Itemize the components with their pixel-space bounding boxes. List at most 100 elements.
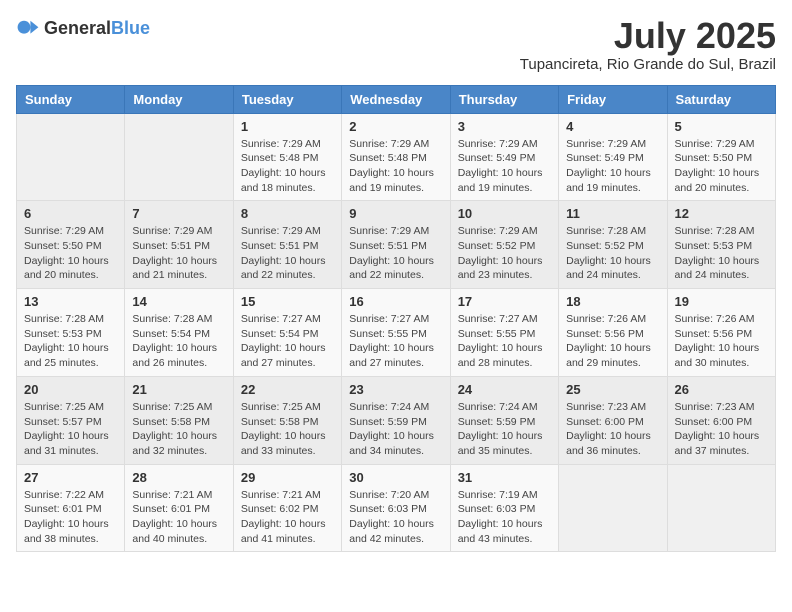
calendar-header-row: SundayMondayTuesdayWednesdayThursdayFrid… (17, 85, 776, 113)
page-header: GeneralBlue July 2025 Tupancireta, Rio G… (16, 16, 776, 73)
day-detail: Sunrise: 7:27 AMSunset: 5:55 PMDaylight:… (349, 312, 442, 371)
calendar-cell: 13Sunrise: 7:28 AMSunset: 5:53 PMDayligh… (17, 289, 125, 377)
day-number: 7 (132, 206, 225, 221)
day-number: 1 (241, 119, 334, 134)
day-detail: Sunrise: 7:28 AMSunset: 5:54 PMDaylight:… (132, 312, 225, 371)
day-detail: Sunrise: 7:27 AMSunset: 5:54 PMDaylight:… (241, 312, 334, 371)
day-number: 14 (132, 294, 225, 309)
day-number: 17 (458, 294, 551, 309)
day-number: 30 (349, 470, 442, 485)
month-title: July 2025 (520, 16, 776, 56)
header-cell: Thursday (450, 85, 558, 113)
day-detail: Sunrise: 7:23 AMSunset: 6:00 PMDaylight:… (566, 400, 659, 459)
day-detail: Sunrise: 7:19 AMSunset: 6:03 PMDaylight:… (458, 488, 551, 547)
calendar-cell: 10Sunrise: 7:29 AMSunset: 5:52 PMDayligh… (450, 201, 558, 289)
calendar-cell: 5 Sunrise: 7:29 AMSunset: 5:50 PMDaylight… (667, 113, 775, 201)
day-detail: Sunrise: 7:29 AMSunset: 5:50 PMDaylight:… (675, 137, 768, 196)
day-number: 18 (566, 294, 659, 309)
day-detail: Sunrise: 7:29 AMSunset: 5:51 PMDaylight:… (349, 224, 442, 283)
calendar-cell: 27 Sunrise: 7:22 AMSunset: 6:01 PMDayligh… (17, 464, 125, 552)
day-number: 28 (132, 470, 225, 485)
title-area: July 2025 Tupancireta, Rio Grande do Sul… (520, 16, 776, 73)
calendar-cell: 21Sunrise: 7:25 AMSunset: 5:58 PMDayligh… (125, 376, 233, 464)
calendar-cell (559, 464, 667, 552)
logo-icon (16, 16, 40, 40)
calendar-cell: 2 Sunrise: 7:29 AMSunset: 5:48 PMDaylight… (342, 113, 450, 201)
day-number: 27 (24, 470, 117, 485)
day-detail: Sunrise: 7:29 AMSunset: 5:48 PMDaylight:… (349, 137, 442, 196)
header-cell: Saturday (667, 85, 775, 113)
calendar-cell: 11Sunrise: 7:28 AMSunset: 5:52 PMDayligh… (559, 201, 667, 289)
calendar-cell: 16 Sunrise: 7:27 AMSunset: 5:55 PMDayligh… (342, 289, 450, 377)
day-number: 26 (675, 382, 768, 397)
calendar-cell: 3 Sunrise: 7:29 AMSunset: 5:49 PMDaylight… (450, 113, 558, 201)
day-number: 23 (349, 382, 442, 397)
calendar-cell: 24 Sunrise: 7:24 AMSunset: 5:59 PMDayligh… (450, 376, 558, 464)
calendar-cell: 31 Sunrise: 7:19 AMSunset: 6:03 PMDayligh… (450, 464, 558, 552)
header-cell: Friday (559, 85, 667, 113)
day-detail: Sunrise: 7:29 AMSunset: 5:49 PMDaylight:… (458, 137, 551, 196)
day-detail: Sunrise: 7:29 AMSunset: 5:50 PMDaylight:… (24, 224, 117, 283)
day-detail: Sunrise: 7:27 AMSunset: 5:55 PMDaylight:… (458, 312, 551, 371)
header-cell: Wednesday (342, 85, 450, 113)
calendar-cell: 4 Sunrise: 7:29 AMSunset: 5:49 PMDaylight… (559, 113, 667, 201)
calendar-cell: 28Sunrise: 7:21 AMSunset: 6:01 PMDayligh… (125, 464, 233, 552)
location-title: Tupancireta, Rio Grande do Sul, Brazil (520, 56, 776, 73)
calendar-cell: 25 Sunrise: 7:23 AMSunset: 6:00 PMDayligh… (559, 376, 667, 464)
day-detail: Sunrise: 7:29 AMSunset: 5:49 PMDaylight:… (566, 137, 659, 196)
day-number: 22 (241, 382, 334, 397)
calendar-cell: 12 Sunrise: 7:28 AMSunset: 5:53 PMDayligh… (667, 201, 775, 289)
calendar-cell: 29Sunrise: 7:21 AMSunset: 6:02 PMDayligh… (233, 464, 341, 552)
day-detail: Sunrise: 7:23 AMSunset: 6:00 PMDaylight:… (675, 400, 768, 459)
day-detail: Sunrise: 7:24 AMSunset: 5:59 PMDaylight:… (349, 400, 442, 459)
day-number: 10 (458, 206, 551, 221)
day-number: 6 (24, 206, 117, 221)
day-detail: Sunrise: 7:25 AMSunset: 5:58 PMDaylight:… (241, 400, 334, 459)
day-number: 11 (566, 206, 659, 221)
calendar-cell: 19 Sunrise: 7:26 AMSunset: 5:56 PMDayligh… (667, 289, 775, 377)
day-number: 4 (566, 119, 659, 134)
calendar-cell: 1 Sunrise: 7:29 AMSunset: 5:48 PMDaylight… (233, 113, 341, 201)
calendar-cell: 23 Sunrise: 7:24 AMSunset: 5:59 PMDayligh… (342, 376, 450, 464)
calendar-cell: 7 Sunrise: 7:29 AMSunset: 5:51 PMDaylight… (125, 201, 233, 289)
day-detail: Sunrise: 7:20 AMSunset: 6:03 PMDaylight:… (349, 488, 442, 547)
day-detail: Sunrise: 7:22 AMSunset: 6:01 PMDaylight:… (24, 488, 117, 547)
day-number: 16 (349, 294, 442, 309)
calendar-cell: 30 Sunrise: 7:20 AMSunset: 6:03 PMDayligh… (342, 464, 450, 552)
day-number: 13 (24, 294, 117, 309)
day-number: 5 (675, 119, 768, 134)
day-detail: Sunrise: 7:24 AMSunset: 5:59 PMDaylight:… (458, 400, 551, 459)
day-detail: Sunrise: 7:28 AMSunset: 5:53 PMDaylight:… (675, 224, 768, 283)
calendar-cell: 22 Sunrise: 7:25 AMSunset: 5:58 PMDayligh… (233, 376, 341, 464)
day-detail: Sunrise: 7:26 AMSunset: 5:56 PMDaylight:… (675, 312, 768, 371)
day-number: 31 (458, 470, 551, 485)
day-number: 25 (566, 382, 659, 397)
day-number: 9 (349, 206, 442, 221)
day-number: 19 (675, 294, 768, 309)
calendar-cell (125, 113, 233, 201)
calendar-cell: 17 Sunrise: 7:27 AMSunset: 5:55 PMDayligh… (450, 289, 558, 377)
logo-text-blue: Blue (111, 18, 150, 38)
day-number: 12 (675, 206, 768, 221)
day-number: 24 (458, 382, 551, 397)
calendar-cell: 8Sunrise: 7:29 AMSunset: 5:51 PMDaylight… (233, 201, 341, 289)
day-detail: Sunrise: 7:29 AMSunset: 5:48 PMDaylight:… (241, 137, 334, 196)
calendar-body: 1 Sunrise: 7:29 AMSunset: 5:48 PMDaylight… (17, 113, 776, 552)
day-number: 3 (458, 119, 551, 134)
day-number: 15 (241, 294, 334, 309)
logo-text-general: General (44, 18, 111, 38)
calendar-cell: 15 Sunrise: 7:27 AMSunset: 5:54 PMDayligh… (233, 289, 341, 377)
logo: GeneralBlue (16, 16, 150, 40)
day-number: 2 (349, 119, 442, 134)
calendar-cell (17, 113, 125, 201)
day-detail: Sunrise: 7:29 AMSunset: 5:51 PMDaylight:… (132, 224, 225, 283)
day-detail: Sunrise: 7:25 AMSunset: 5:58 PMDaylight:… (132, 400, 225, 459)
header-cell: Monday (125, 85, 233, 113)
header-cell: Sunday (17, 85, 125, 113)
calendar-cell: 26 Sunrise: 7:23 AMSunset: 6:00 PMDayligh… (667, 376, 775, 464)
day-detail: Sunrise: 7:26 AMSunset: 5:56 PMDaylight:… (566, 312, 659, 371)
calendar-cell: 14 Sunrise: 7:28 AMSunset: 5:54 PMDayligh… (125, 289, 233, 377)
day-number: 20 (24, 382, 117, 397)
calendar-week-row: 6 Sunrise: 7:29 AMSunset: 5:50 PMDaylight… (17, 201, 776, 289)
day-number: 29 (241, 470, 334, 485)
